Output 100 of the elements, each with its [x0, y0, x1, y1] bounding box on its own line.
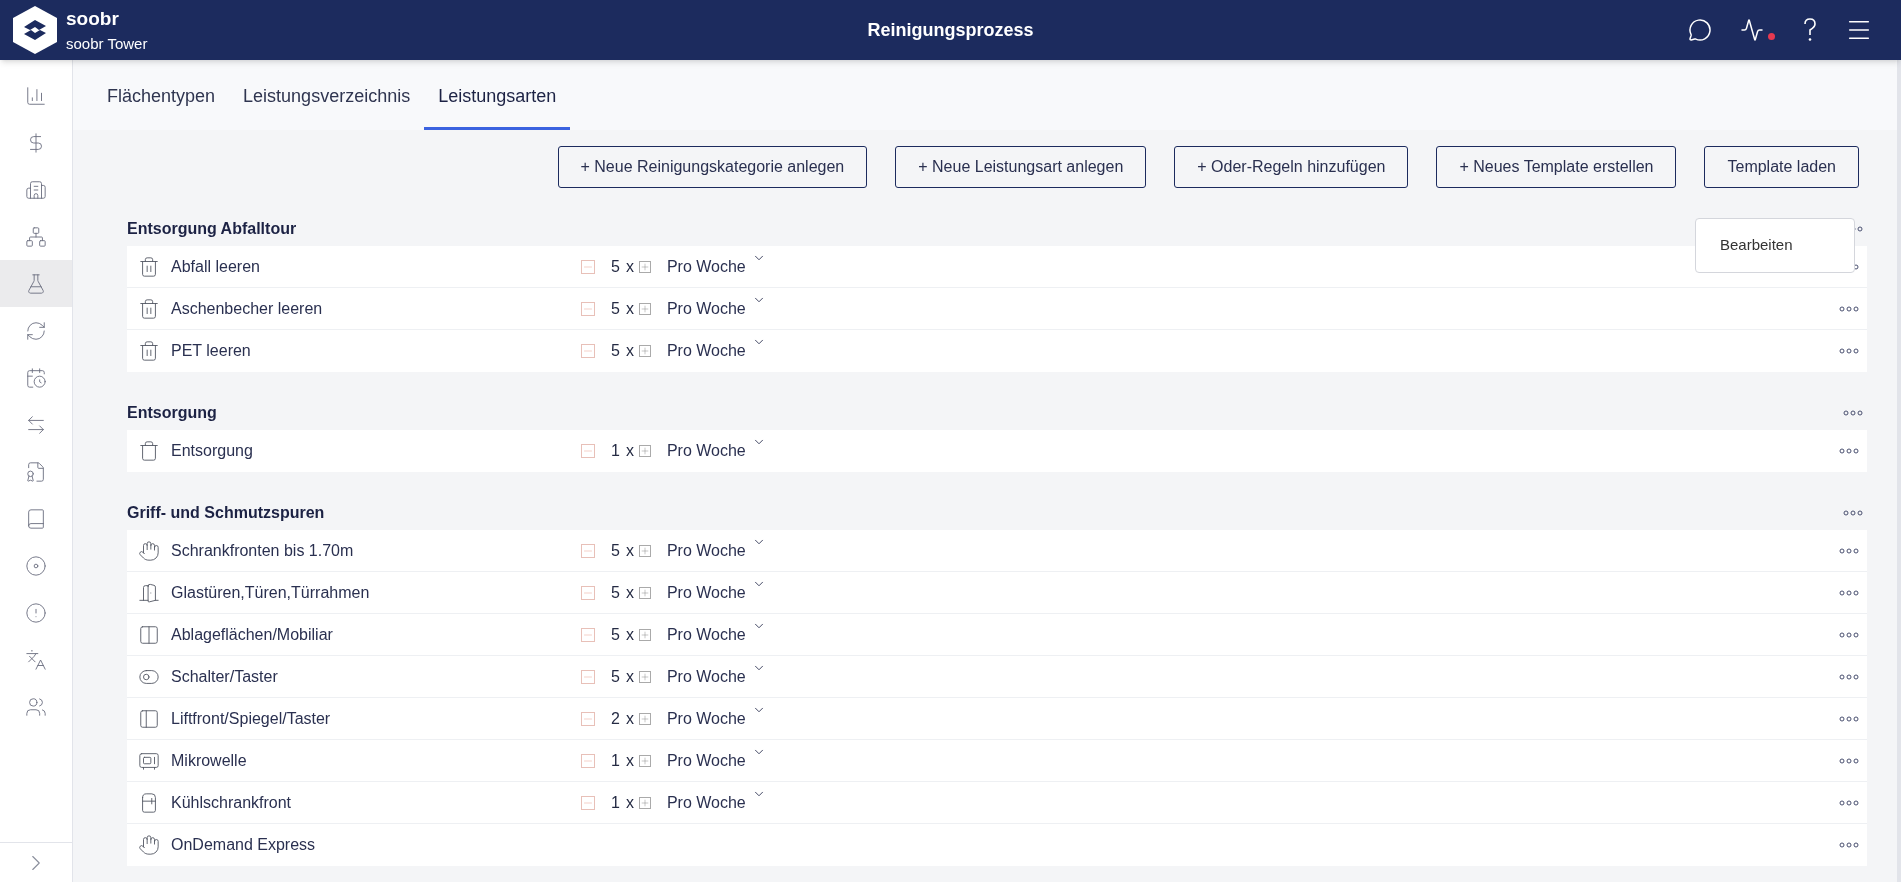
increase-icon[interactable] [638, 586, 651, 599]
more-icon[interactable] [1839, 305, 1859, 312]
frequency-dropdown[interactable]: Pro Woche [666, 664, 766, 689]
more-icon[interactable] [1839, 589, 1859, 596]
action-button[interactable]: + Neues Template erstellen [1436, 146, 1677, 188]
count: 5 [611, 666, 620, 687]
service-name: Kühlschrankfront [171, 792, 293, 813]
service-name: Abfall leeren [171, 256, 261, 277]
unit: x [625, 341, 634, 361]
trash-icon [138, 255, 160, 278]
more-icon[interactable] [1839, 448, 1859, 454]
unit: x [625, 666, 634, 687]
service-name: Schrankfronten bis 1.70m [171, 540, 355, 561]
lift-icon [138, 707, 160, 730]
decrease-icon[interactable] [581, 543, 595, 558]
more-icon[interactable] [1839, 757, 1859, 764]
sidebar-item[interactable] [0, 260, 72, 307]
unit: x [625, 540, 634, 561]
count: 1 [611, 441, 620, 461]
frequency-dropdown[interactable]: Pro Woche [666, 706, 766, 731]
service-name: Schalter/Taster [171, 666, 279, 687]
frequency-dropdown[interactable]: Pro Woche [666, 538, 766, 563]
increase-icon[interactable] [638, 670, 651, 683]
service-name: Liftfront/Spiegel/Taster [171, 708, 332, 729]
service-name: Ablageflächen/Mobiliar [171, 624, 334, 645]
tab[interactable]: Leistungsverzeichnis [229, 60, 425, 130]
swap-users-icon [25, 413, 47, 436]
brand-name: soobr [66, 6, 120, 31]
decrease-icon[interactable] [581, 259, 595, 274]
count: 5 [611, 298, 620, 319]
count: 5 [611, 582, 620, 603]
frequency-dropdown[interactable]: Pro Woche [666, 790, 766, 815]
more-icon[interactable] [1839, 715, 1859, 722]
more-icon[interactable] [1839, 799, 1859, 806]
action-button[interactable]: + Neue Leistungsart anlegen [895, 146, 1147, 188]
increase-icon[interactable] [638, 796, 651, 809]
unit: x [625, 792, 634, 813]
frequency-dropdown[interactable]: Pro Woche [666, 439, 766, 463]
frequency-dropdown[interactable]: Pro Woche [666, 580, 766, 605]
menu-item[interactable]: Bearbeiten [1696, 234, 1793, 257]
target-icon [25, 554, 47, 577]
help-icon[interactable] [1803, 18, 1817, 42]
cycle-icon [25, 319, 47, 342]
flask-icon [25, 272, 47, 295]
count: 1 [611, 792, 620, 813]
hierarchy-icon [25, 225, 47, 248]
page-title: Reinigungsprozess [867, 18, 1034, 42]
increase-icon[interactable] [638, 345, 651, 357]
decrease-icon[interactable] [581, 301, 595, 316]
more-icon[interactable] [1843, 510, 1863, 516]
increase-icon[interactable] [638, 302, 651, 315]
more-icon[interactable] [1839, 842, 1859, 848]
tab[interactable]: Leistungsarten [424, 60, 571, 130]
more-icon[interactable] [1839, 631, 1859, 638]
action-button[interactable]: + Oder-Regeln hinzufügen [1174, 146, 1409, 188]
tab[interactable]: Flächentypen [93, 60, 230, 130]
unit: x [625, 582, 634, 603]
frequency-dropdown[interactable]: Pro Woche [666, 296, 766, 321]
increase-icon[interactable] [638, 712, 651, 725]
increase-icon[interactable] [638, 544, 651, 557]
unit: x [625, 441, 634, 461]
decrease-icon[interactable] [581, 344, 595, 358]
more-icon[interactable] [1839, 673, 1859, 680]
increase-icon[interactable] [638, 260, 651, 273]
service-name: Entsorgung [171, 441, 254, 461]
decrease-icon[interactable] [581, 669, 595, 684]
unit: x [625, 624, 634, 645]
increase-icon[interactable] [638, 628, 651, 641]
unit: x [625, 256, 634, 277]
increase-icon[interactable] [638, 754, 651, 767]
action-button[interactable]: + Neue Reinigungskategorie anlegen [557, 146, 868, 188]
unit: x [625, 298, 634, 319]
activity-icon[interactable] [1740, 18, 1764, 42]
decrease-icon[interactable] [581, 795, 595, 810]
trash-icon [138, 297, 160, 320]
decrease-icon[interactable] [581, 585, 595, 600]
service-name: Aschenbecher leeren [171, 298, 324, 319]
count: 1 [611, 750, 620, 771]
trash-icon [138, 340, 160, 362]
service-name: Glastüren,Türen,Türrahmen [171, 582, 371, 603]
increase-icon[interactable] [638, 445, 651, 457]
frequency-dropdown[interactable]: Pro Woche [666, 339, 766, 363]
action-button[interactable]: Template laden [1704, 146, 1859, 188]
decrease-icon[interactable] [581, 444, 595, 458]
more-icon[interactable] [1843, 410, 1863, 416]
service-name: OnDemand Express [171, 835, 317, 855]
decrease-icon[interactable] [581, 627, 595, 642]
service-name: PET leeren [171, 341, 252, 361]
decrease-icon[interactable] [581, 753, 595, 768]
chat-icon[interactable] [1688, 18, 1712, 42]
unit: x [625, 750, 634, 771]
count: 5 [611, 256, 620, 277]
frequency-dropdown[interactable]: Pro Woche [666, 748, 766, 773]
category-title: Entsorgung [127, 403, 217, 423]
more-icon[interactable] [1839, 348, 1859, 354]
frequency-dropdown[interactable]: Pro Woche [666, 622, 766, 647]
more-icon[interactable] [1839, 547, 1859, 554]
frequency-dropdown[interactable]: Pro Woche [666, 254, 766, 279]
decrease-icon[interactable] [581, 711, 595, 726]
alert-icon [25, 601, 47, 624]
